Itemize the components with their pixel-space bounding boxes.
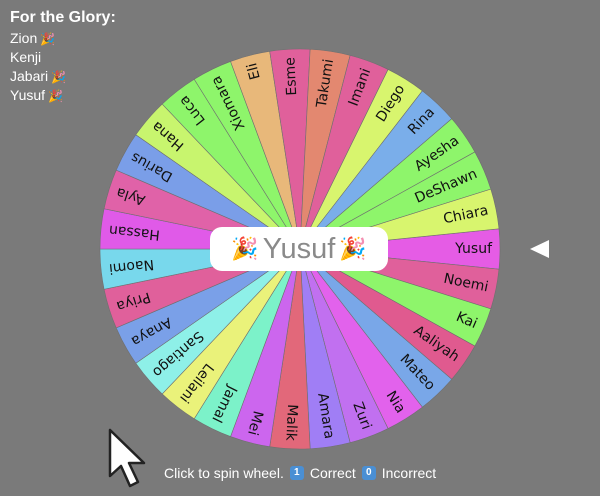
key-zero-icon: 0 <box>361 466 376 480</box>
winner-name: Yusuf <box>262 232 336 265</box>
instruction-text: Click to spin wheel. <box>164 465 284 481</box>
correct-label: Correct <box>309 465 356 481</box>
app-stage: For the Glory: Zion 🎉 Kenji Jabari 🎉 Yusuf… <box>0 0 600 496</box>
instruction-bar: Click to spin wheel. 1 Correct 0 Incorre… <box>164 465 436 481</box>
wheel-pointer-icon <box>530 240 549 258</box>
party-popper-icon: 🎉 <box>231 236 259 261</box>
key-one-icon: 1 <box>289 466 304 480</box>
winner-display: 🎉 Yusuf 🎉 <box>210 227 388 271</box>
mouse-cursor-icon <box>108 428 146 495</box>
wheel-segment-label: Esme <box>282 57 300 96</box>
wheel-segment-label: Malik <box>282 404 300 442</box>
incorrect-label: Incorrect <box>381 465 437 481</box>
party-popper-icon: 🎉 <box>339 236 367 261</box>
wheel-segment-label: Yusuf <box>454 241 493 257</box>
